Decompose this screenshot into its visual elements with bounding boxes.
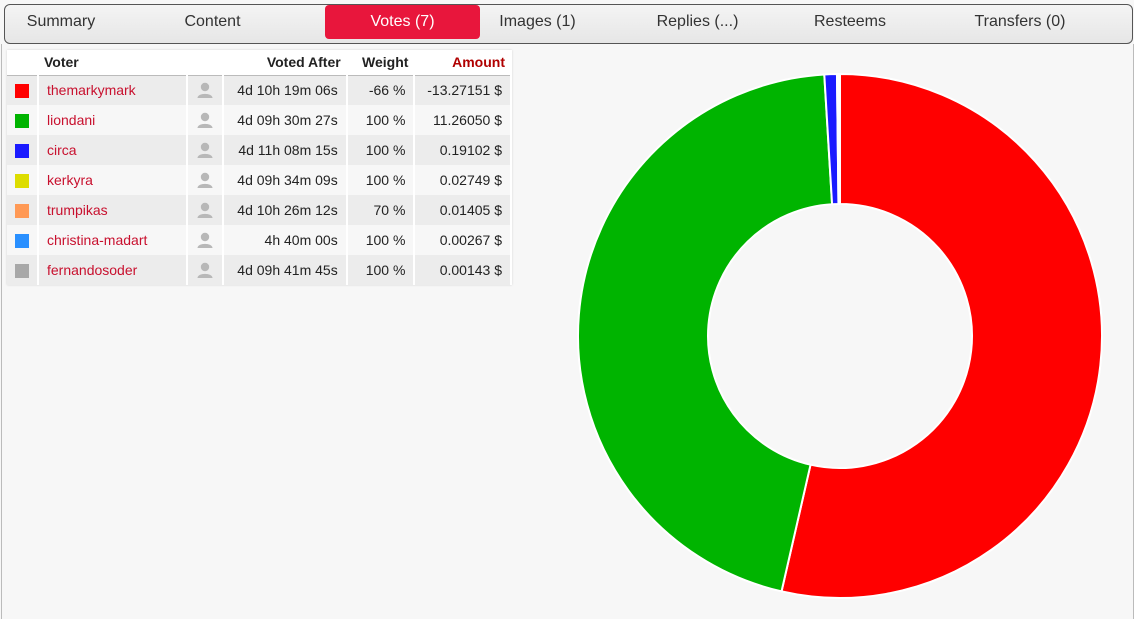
user-icon[interactable] xyxy=(196,231,214,249)
tab-content[interactable]: Content xyxy=(155,5,270,39)
amount-cell: 0.19102 $ xyxy=(414,135,512,165)
weight-cell: 100 % xyxy=(346,165,416,195)
voter-link[interactable]: liondani xyxy=(47,112,95,128)
header-voted-after[interactable]: Voted After xyxy=(222,50,347,76)
color-swatch xyxy=(15,144,29,159)
voter-color-swatch xyxy=(7,135,39,165)
voter-color-swatch xyxy=(7,255,39,285)
donut-slice-liondani[interactable] xyxy=(577,73,834,593)
voter-link[interactable]: fernandosoder xyxy=(47,262,137,278)
user-icon[interactable] xyxy=(196,141,214,159)
amount-cell: 0.02749 $ xyxy=(414,165,512,195)
table-header-row: Voter Voted After Weight Amount xyxy=(7,50,511,76)
tab-images[interactable]: Images (1) xyxy=(475,5,600,39)
voter-link[interactable]: circa xyxy=(47,142,77,158)
color-swatch xyxy=(15,114,29,129)
weight-cell: -66 % xyxy=(346,75,416,105)
voter-color-swatch xyxy=(7,75,39,105)
header-color xyxy=(7,50,38,76)
voter-color-swatch xyxy=(7,165,39,195)
amount-cell: -13.27151 $ xyxy=(414,75,512,105)
tab-resteems[interactable]: Resteems xyxy=(795,5,905,39)
table-row: themarkymark 4d 10h 19m 06s -66 % -13.27151… xyxy=(7,75,512,105)
tab-transfers[interactable]: Transfers (0) xyxy=(950,5,1090,39)
profile-cell xyxy=(186,195,224,225)
voter-cell: themarkymark xyxy=(38,75,188,105)
profile-cell xyxy=(186,255,224,285)
weight-cell: 100 % xyxy=(346,225,416,255)
amount-cell: 0.00267 $ xyxy=(414,225,512,255)
voter-link[interactable]: trumpikas xyxy=(47,202,108,218)
voted-after-cell: 4d 10h 26m 12s xyxy=(222,195,348,225)
user-icon[interactable] xyxy=(196,171,214,189)
voted-after-cell: 4d 09h 41m 45s xyxy=(222,255,348,285)
weight-cell: 70 % xyxy=(346,195,416,225)
amount-cell: 11.26050 $ xyxy=(414,105,512,135)
voter-cell: liondani xyxy=(38,105,188,135)
voted-after-cell: 4d 09h 30m 27s xyxy=(222,105,348,135)
votes-donut-chart xyxy=(577,72,1103,599)
weight-cell: 100 % xyxy=(346,105,416,135)
voter-cell: kerkyra xyxy=(38,165,188,195)
table-row: fernandosoder 4d 09h 41m 45s 100 % 0.00143 … xyxy=(7,255,512,285)
table-row: liondani 4d 09h 30m 27s 100 % 11.26050 $ xyxy=(7,105,512,135)
tab-replies[interactable]: Replies (...) xyxy=(635,5,760,39)
tab-votes[interactable]: Votes (7) xyxy=(325,5,480,39)
votes-table: Voter Voted After Weight Amount themarky… xyxy=(7,50,512,285)
votes-table-body: themarkymark 4d 10h 19m 06s -66 % -13.27151… xyxy=(7,75,512,285)
header-amount[interactable]: Amount xyxy=(414,50,511,76)
table-row: kerkyra 4d 09h 34m 09s 100 % 0.02749 $ xyxy=(7,165,512,195)
voter-color-swatch xyxy=(7,195,39,225)
voter-cell: circa xyxy=(38,135,188,165)
color-swatch xyxy=(15,264,29,279)
user-icon[interactable] xyxy=(196,261,214,279)
weight-cell: 100 % xyxy=(346,135,416,165)
voter-link[interactable]: christina-madart xyxy=(47,232,147,248)
user-icon[interactable] xyxy=(196,201,214,219)
voted-after-cell: 4d 11h 08m 15s xyxy=(222,135,348,165)
header-voter[interactable]: Voter xyxy=(38,50,187,76)
profile-cell xyxy=(186,135,224,165)
user-icon[interactable] xyxy=(196,81,214,99)
voted-after-cell: 4h 40m 00s xyxy=(222,225,348,255)
voter-link[interactable]: kerkyra xyxy=(47,172,93,188)
user-icon[interactable] xyxy=(196,111,214,129)
voter-color-swatch xyxy=(7,225,39,255)
tab-summary[interactable]: Summary xyxy=(5,5,117,39)
voter-cell: trumpikas xyxy=(38,195,188,225)
table-row: circa 4d 11h 08m 15s 100 % 0.19102 $ xyxy=(7,135,512,165)
voter-color-swatch xyxy=(7,105,39,135)
weight-cell: 100 % xyxy=(346,255,416,285)
profile-cell xyxy=(186,105,224,135)
color-swatch xyxy=(15,84,29,99)
profile-cell xyxy=(186,225,224,255)
tab-bar: Summary Content Votes (7) Images (1) Rep… xyxy=(4,4,1133,44)
voter-link[interactable]: themarkymark xyxy=(47,82,136,98)
profile-cell xyxy=(186,75,224,105)
header-weight[interactable]: Weight xyxy=(346,50,415,76)
amount-cell: 0.00143 $ xyxy=(414,255,512,285)
color-swatch xyxy=(15,234,29,249)
amount-cell: 0.01405 $ xyxy=(414,195,512,225)
profile-cell xyxy=(186,165,224,195)
table-row: trumpikas 4d 10h 26m 12s 70 % 0.01405 $ xyxy=(7,195,512,225)
voter-cell: christina-madart xyxy=(38,225,188,255)
color-swatch xyxy=(15,174,29,189)
voted-after-cell: 4d 10h 19m 06s xyxy=(222,75,348,105)
header-profile xyxy=(186,50,223,76)
color-swatch xyxy=(15,204,29,219)
voter-cell: fernandosoder xyxy=(38,255,188,285)
table-row: christina-madart 4h 40m 00s 100 % 0.00267 $ xyxy=(7,225,512,255)
voted-after-cell: 4d 09h 34m 09s xyxy=(222,165,348,195)
